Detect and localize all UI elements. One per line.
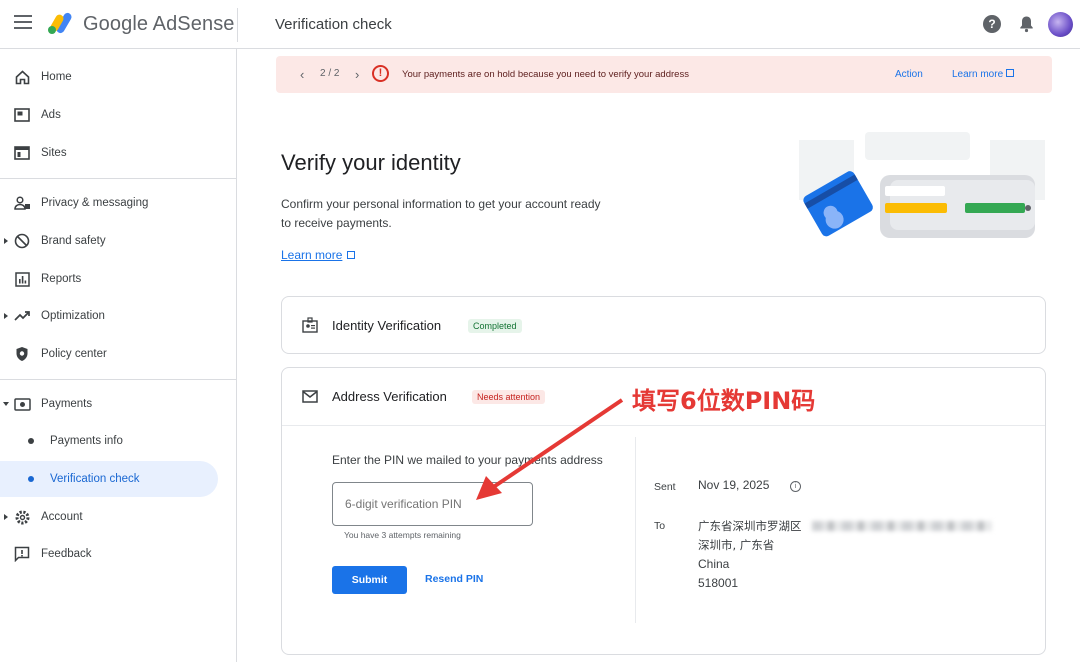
sites-icon xyxy=(13,144,31,162)
expand-icon xyxy=(4,238,8,244)
address-line-2: 深圳市, 广东省 xyxy=(698,538,775,552)
page-description: Confirm your personal information to get… xyxy=(281,197,601,230)
reports-icon xyxy=(13,270,31,288)
submit-button[interactable]: Submit xyxy=(332,566,407,594)
external-link-icon xyxy=(347,251,356,259)
chevron-left-icon[interactable]: ‹ xyxy=(300,67,304,82)
page-title: Verification check xyxy=(275,16,392,33)
sidebar-item-policy-center[interactable]: Policy center xyxy=(0,336,236,372)
info-icon[interactable]: i xyxy=(790,481,801,492)
divider xyxy=(0,178,236,179)
learn-more-label: Learn more xyxy=(281,248,343,262)
identity-verification-card: Identity Verification Completed xyxy=(281,296,1046,354)
sent-date: Nov 19, 2025 xyxy=(698,478,770,492)
ads-icon xyxy=(13,106,31,124)
alert-count: 2 / 2 xyxy=(320,68,340,79)
menu-icon[interactable] xyxy=(14,15,32,29)
alert-action-link[interactable]: Action xyxy=(895,69,923,80)
sidebar-item-label: Payments xyxy=(41,398,93,410)
sidebar-item-ads[interactable]: Ads xyxy=(0,97,236,133)
sidebar-item-reports[interactable]: Reports xyxy=(0,261,236,297)
status-badge: Completed xyxy=(468,319,522,333)
sidebar-item-payments[interactable]: Payments xyxy=(0,386,236,422)
chevron-right-icon[interactable]: › xyxy=(355,67,359,82)
annotation-label: 填写6位数PIN码 xyxy=(632,387,816,415)
divider xyxy=(282,425,1045,426)
redacted-address xyxy=(812,521,992,531)
sidebar-item-label: Ads xyxy=(41,109,61,121)
shield-icon xyxy=(13,345,31,363)
mail-icon xyxy=(302,390,318,403)
sidebar-item-label: Feedback xyxy=(41,548,92,560)
error-icon: ! xyxy=(372,65,389,82)
sidebar-item-sites[interactable]: Sites xyxy=(0,135,236,171)
trending-up-icon xyxy=(13,307,31,325)
pin-instruction: Enter the PIN we mailed to your payments… xyxy=(332,453,603,467)
sidebar-item-label: Home xyxy=(41,71,72,83)
payment-hold-alert: ‹ 2 / 2 › ! Your payments are on hold be… xyxy=(276,56,1052,93)
sidebar-item-verification-check[interactable]: Verification check xyxy=(0,461,218,497)
adsense-logo xyxy=(48,12,72,34)
learn-more-link[interactable]: Learn more xyxy=(281,248,356,262)
home-icon xyxy=(13,68,31,86)
block-icon xyxy=(13,232,31,250)
address-verification-title: Address Verification xyxy=(332,389,447,404)
divider xyxy=(0,379,236,380)
external-link-icon xyxy=(1006,69,1015,77)
payments-icon xyxy=(13,395,31,413)
sidebar-item-label: Reports xyxy=(41,273,82,285)
bullet-icon xyxy=(28,476,34,482)
sidebar: Home Ads Sites Privacy & messaging Brand… xyxy=(0,49,237,662)
identity-verification-title: Identity Verification xyxy=(332,318,442,333)
attempts-remaining: You have 3 attempts remaining xyxy=(344,530,461,540)
sidebar-item-label: Account xyxy=(41,511,83,523)
avatar[interactable] xyxy=(1048,12,1073,37)
sidebar-item-label: Optimization xyxy=(41,310,105,322)
sidebar-item-feedback[interactable]: Feedback xyxy=(0,536,236,572)
page-heading: Verify your identity xyxy=(281,150,461,175)
sent-label: Sent xyxy=(654,481,676,493)
divider xyxy=(635,437,636,623)
top-app-bar: Google AdSense Verification check ? xyxy=(0,0,1080,49)
help-icon[interactable]: ? xyxy=(983,15,1001,33)
collapse-icon xyxy=(3,402,9,406)
gear-icon xyxy=(13,508,31,526)
expand-icon xyxy=(4,514,8,520)
status-badge: Needs attention xyxy=(472,390,546,404)
sidebar-item-label: Privacy & messaging xyxy=(41,197,149,209)
to-label: To xyxy=(654,520,666,532)
sidebar-item-brand-safety[interactable]: Brand safety xyxy=(0,223,236,259)
expand-icon xyxy=(4,313,8,319)
sidebar-item-label: Payments info xyxy=(50,435,123,447)
sidebar-item-optimization[interactable]: Optimization xyxy=(0,298,236,334)
sidebar-item-account[interactable]: Account xyxy=(0,499,236,535)
learn-more-label: Learn more xyxy=(952,69,1004,80)
sidebar-item-label: Brand safety xyxy=(41,235,106,247)
address-line-1: 广东省深圳市罗湖区 xyxy=(698,519,802,533)
id-badge-icon xyxy=(302,317,318,333)
verification-illustration xyxy=(799,132,1045,238)
brand-name: Google AdSense xyxy=(83,13,235,35)
divider xyxy=(237,8,238,42)
sidebar-item-label: Sites xyxy=(41,147,67,159)
address-line-4: 518001 xyxy=(698,576,739,590)
pin-input[interactable] xyxy=(332,482,533,526)
sidebar-item-home[interactable]: Home xyxy=(0,59,236,95)
resend-pin-button[interactable]: Resend PIN xyxy=(425,573,483,585)
notifications-icon[interactable] xyxy=(1018,15,1035,33)
alert-learn-more-link[interactable]: Learn more xyxy=(952,69,1015,80)
alert-message: Your payments are on hold because you ne… xyxy=(402,69,689,80)
privacy-icon xyxy=(13,194,31,212)
address-line-3: China xyxy=(698,557,730,571)
sidebar-item-payments-info[interactable]: Payments info xyxy=(0,423,236,459)
bullet-icon xyxy=(28,438,34,444)
sidebar-item-label: Verification check xyxy=(50,473,140,485)
sidebar-item-label: Policy center xyxy=(41,348,107,360)
feedback-icon xyxy=(13,545,31,563)
sidebar-item-privacy-messaging[interactable]: Privacy & messaging xyxy=(0,185,236,221)
